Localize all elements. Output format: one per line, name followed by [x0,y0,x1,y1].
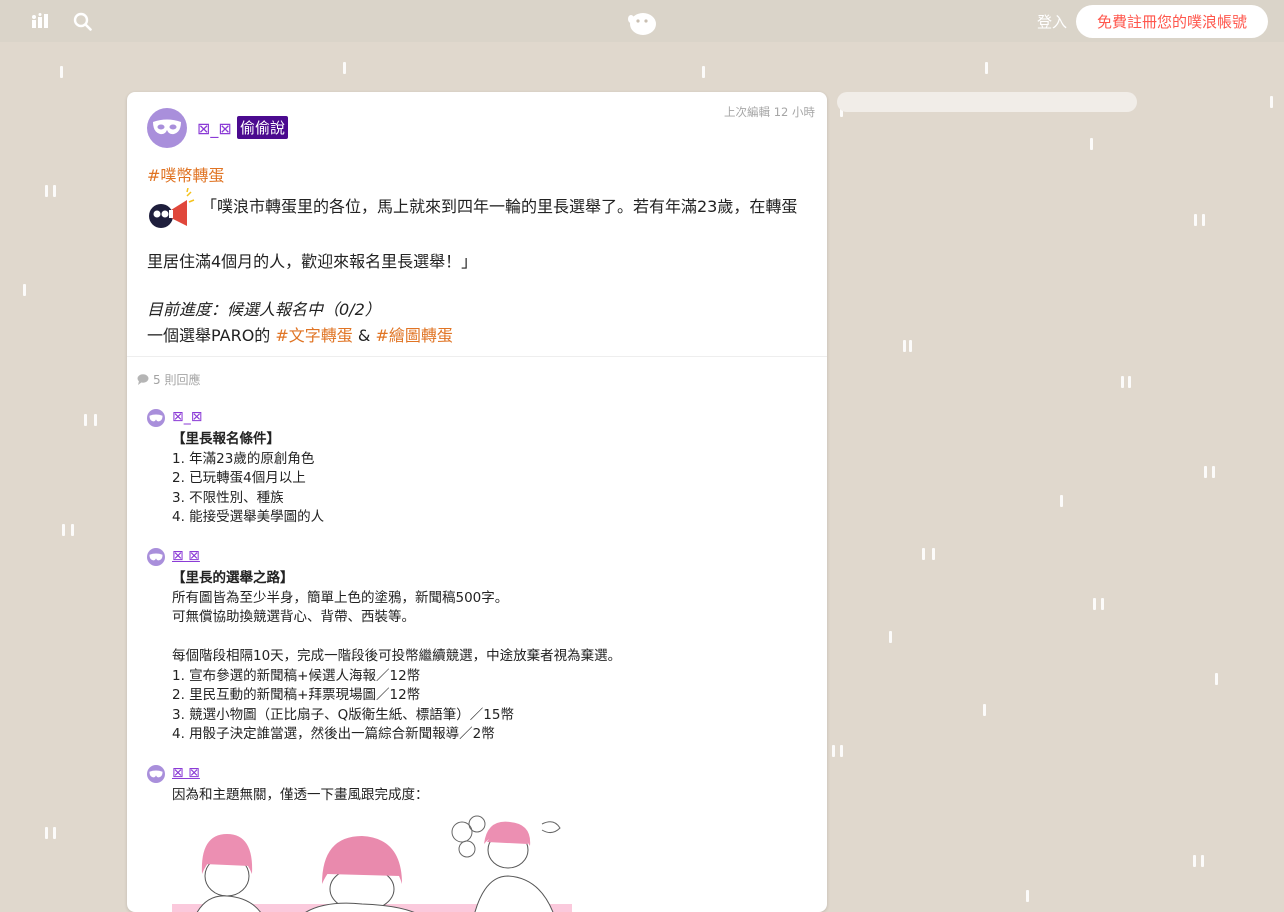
response-title: 【里長的選舉之路】 [172,570,294,586]
ampersand: & [352,326,376,345]
signup-button[interactable]: 免費註冊您的噗浪帳號 [1076,5,1268,38]
plurk-logo-icon[interactable] [626,10,658,40]
post-text-line1: 「噗浪市轉蛋里的各位，馬上就來到四年一輪的里長選舉了。若有年滿23歲，在轉蛋 [201,197,798,216]
response-author[interactable]: ⊠ ⊠ [172,547,200,567]
mask-icon [149,414,163,421]
top-navigation-bar: 登入 免費註冊您的噗浪帳號 [0,0,1284,42]
post-content: #噗幣轉蛋 「噗浪市轉蛋里的各位，馬上就來到四年一輪的里長選舉了。若有年滿23歲… [147,164,807,348]
list-item: 4. 能接受選舉美學圖的人 [172,509,325,525]
community-icon[interactable] [31,13,49,33]
poster-name[interactable]: ⊠_⊠ [197,119,232,138]
edited-timestamp: 上次編輯 12 小時 [724,105,815,119]
post-line-prefix: 一個選舉PARO的 [147,326,276,345]
mask-icon [149,553,163,560]
list-item: 1. 宣布參選的新聞稿+候選人海報／12幣 [172,667,421,684]
anonymous-badge: 偷偷說 [237,116,289,139]
plurk-card: ⊠_⊠ 偷偷說 上次編輯 12 小時 #噗幣轉蛋 「噗浪市轉蛋里的各位，馬上就來… [127,92,827,912]
response-title: 【里長報名條件】 [172,431,280,447]
response-item: ⊠ ⊠ 因為和主題無關，僅透一下畫風跟完成度： [147,764,429,806]
response-text: 每個階段相隔10天，完成一階段後可投幣繼續競選，中途放棄者視為棄選。 [172,648,622,664]
reply-count[interactable]: 5 則回應 [137,371,200,388]
avatar[interactable] [147,548,165,566]
comment-icon [137,374,149,385]
list-item: 3. 競選小物圖（正比扇子、Q版衛生紙、標語筆）／15幣 [172,706,514,723]
divider [127,356,827,357]
response-text: 因為和主題無關，僅透一下畫風跟完成度： [172,787,429,803]
list-item: 1. 年滿23歲的原創角色 [172,450,315,467]
reply-count-label: 5 則回應 [153,373,201,387]
response-author[interactable]: ⊠_⊠ [172,408,202,428]
response-item: ⊠ ⊠ 【里長的選舉之路】 所有圖皆為至少半身，簡單上色的塗鴉，新聞稿500字。… [147,547,621,745]
post-text-line2: 里居住滿4個月的人，歡迎來報名里長選舉！」 [147,252,478,271]
mask-icon [153,119,181,135]
response-item: ⊠_⊠ 【里長報名條件】 1. 年滿23歲的原創角色 2. 已玩轉蛋4個月以上 … [147,408,324,528]
response-text: 所有圖皆為至少半身，簡單上色的塗鴉，新聞稿500字。 [172,589,509,606]
avatar[interactable] [147,765,165,783]
hashtag-link[interactable]: #噗幣轉蛋 [147,166,224,185]
search-icon[interactable] [73,12,92,35]
list-item: 2. 已玩轉蛋4個月以上 [172,470,306,486]
response-author[interactable]: ⊠ ⊠ [172,764,200,784]
list-item: 2. 里民互動的新聞稿+拜票現場圖／12幣 [172,687,421,703]
hashtag-draw-gacha[interactable]: #繪圖轉蛋 [375,326,452,345]
response-text: 可無償協助換競選背心、背帶、西裝等。 [172,609,415,625]
list-item: 3. 不限性別、種族 [172,489,284,506]
avatar[interactable] [147,409,165,427]
megaphone-emoji-icon [147,187,195,236]
sidebar-placeholder [837,92,1137,112]
list-item: 4. 用骰子決定誰當選，然後出一篇綜合新聞報導／2幣 [172,726,495,742]
avatar[interactable] [147,108,187,148]
character-sketch-image[interactable] [172,814,572,912]
login-link[interactable]: 登入 [1037,11,1067,32]
hashtag-text-gacha[interactable]: #文字轉蛋 [275,326,352,345]
post-progress: 目前進度：候選人報名中（0/2） [147,300,381,319]
mask-icon [149,770,163,777]
